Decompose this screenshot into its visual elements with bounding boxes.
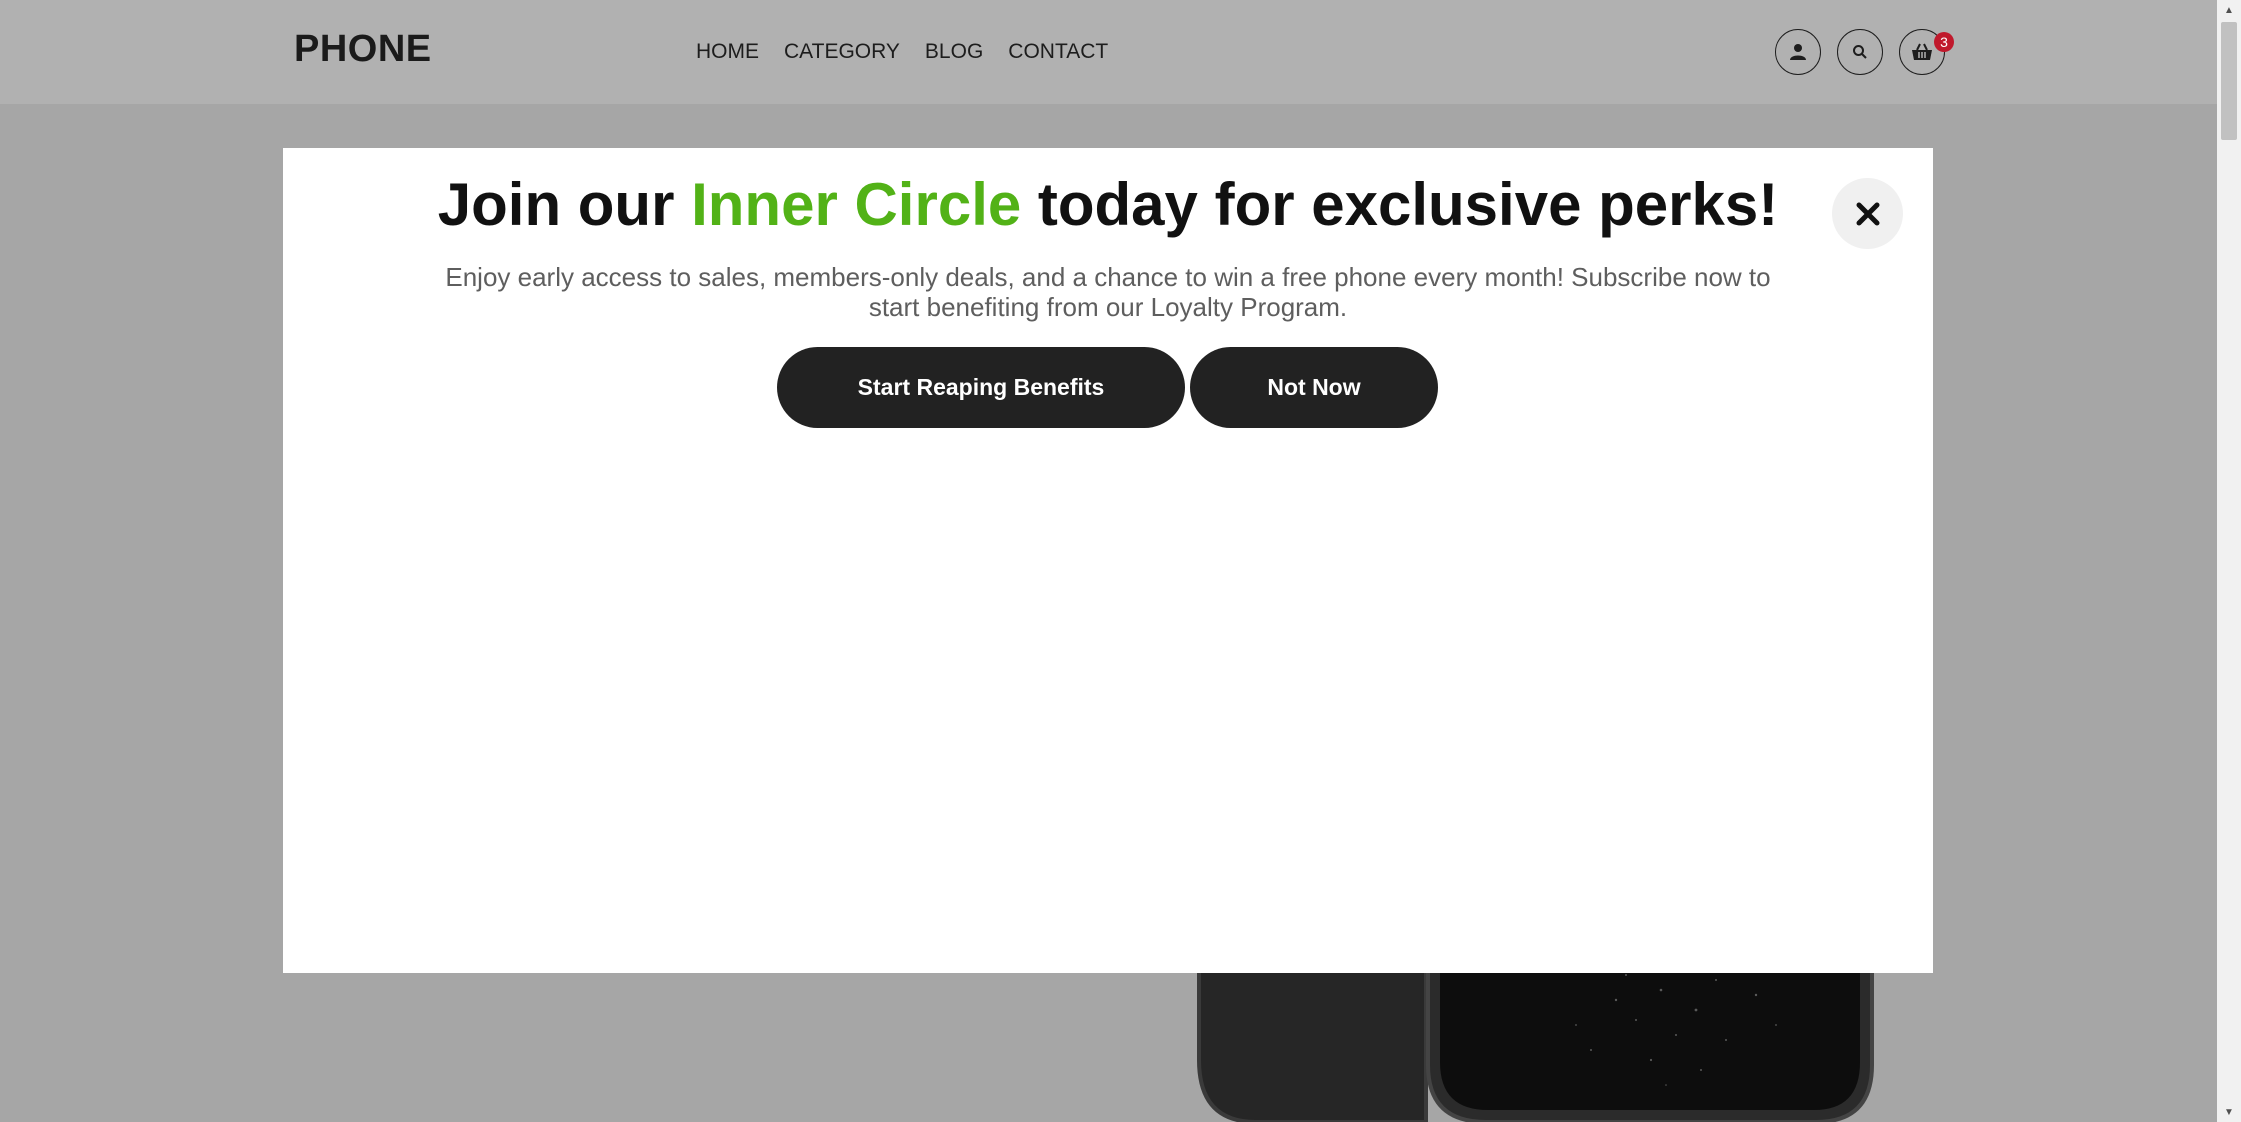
user-icon [1790, 44, 1806, 60]
start-reaping-benefits-button[interactable]: Start Reaping Benefits [777, 347, 1185, 428]
close-icon [1856, 202, 1879, 225]
close-button[interactable] [1832, 178, 1903, 249]
main-nav: HOME CATEGORY BLOG CONTACT [696, 40, 1133, 64]
loyalty-popup: Join our Inner Circle today for exclusiv… [283, 148, 1933, 973]
popup-title: Join our Inner Circle today for exclusiv… [283, 170, 1933, 239]
nav-item-blog[interactable]: BLOG [925, 40, 983, 64]
cart-count-badge: 3 [1934, 32, 1954, 52]
search-icon [1853, 45, 1867, 59]
nav-item-home[interactable]: HOME [696, 40, 759, 64]
search-button[interactable] [1837, 29, 1883, 75]
title-text-after: today for exclusive perks! [1021, 171, 1779, 238]
cart-icon [1912, 43, 1932, 60]
title-text-before: Join our [437, 171, 692, 238]
nav-item-contact[interactable]: CONTACT [1008, 40, 1108, 64]
nav-item-category[interactable]: CATEGORY [784, 40, 900, 64]
vertical-scrollbar[interactable]: ▲ ▼ [2217, 0, 2241, 1122]
account-button[interactable] [1775, 29, 1821, 75]
site-header: PHONE HOME CATEGORY BLOG CONTACT 3 [0, 0, 2217, 104]
scroll-down-arrow-icon[interactable]: ▼ [2217, 1102, 2241, 1122]
title-accent-text: Inner Circle [691, 171, 1022, 238]
scrollbar-thumb[interactable] [2221, 22, 2237, 140]
popup-description: Enjoy early access to sales, members-onl… [445, 262, 1771, 322]
scroll-up-arrow-icon[interactable]: ▲ [2217, 0, 2241, 20]
not-now-button[interactable]: Not Now [1190, 347, 1438, 428]
site-logo[interactable]: PHONE [294, 28, 432, 71]
